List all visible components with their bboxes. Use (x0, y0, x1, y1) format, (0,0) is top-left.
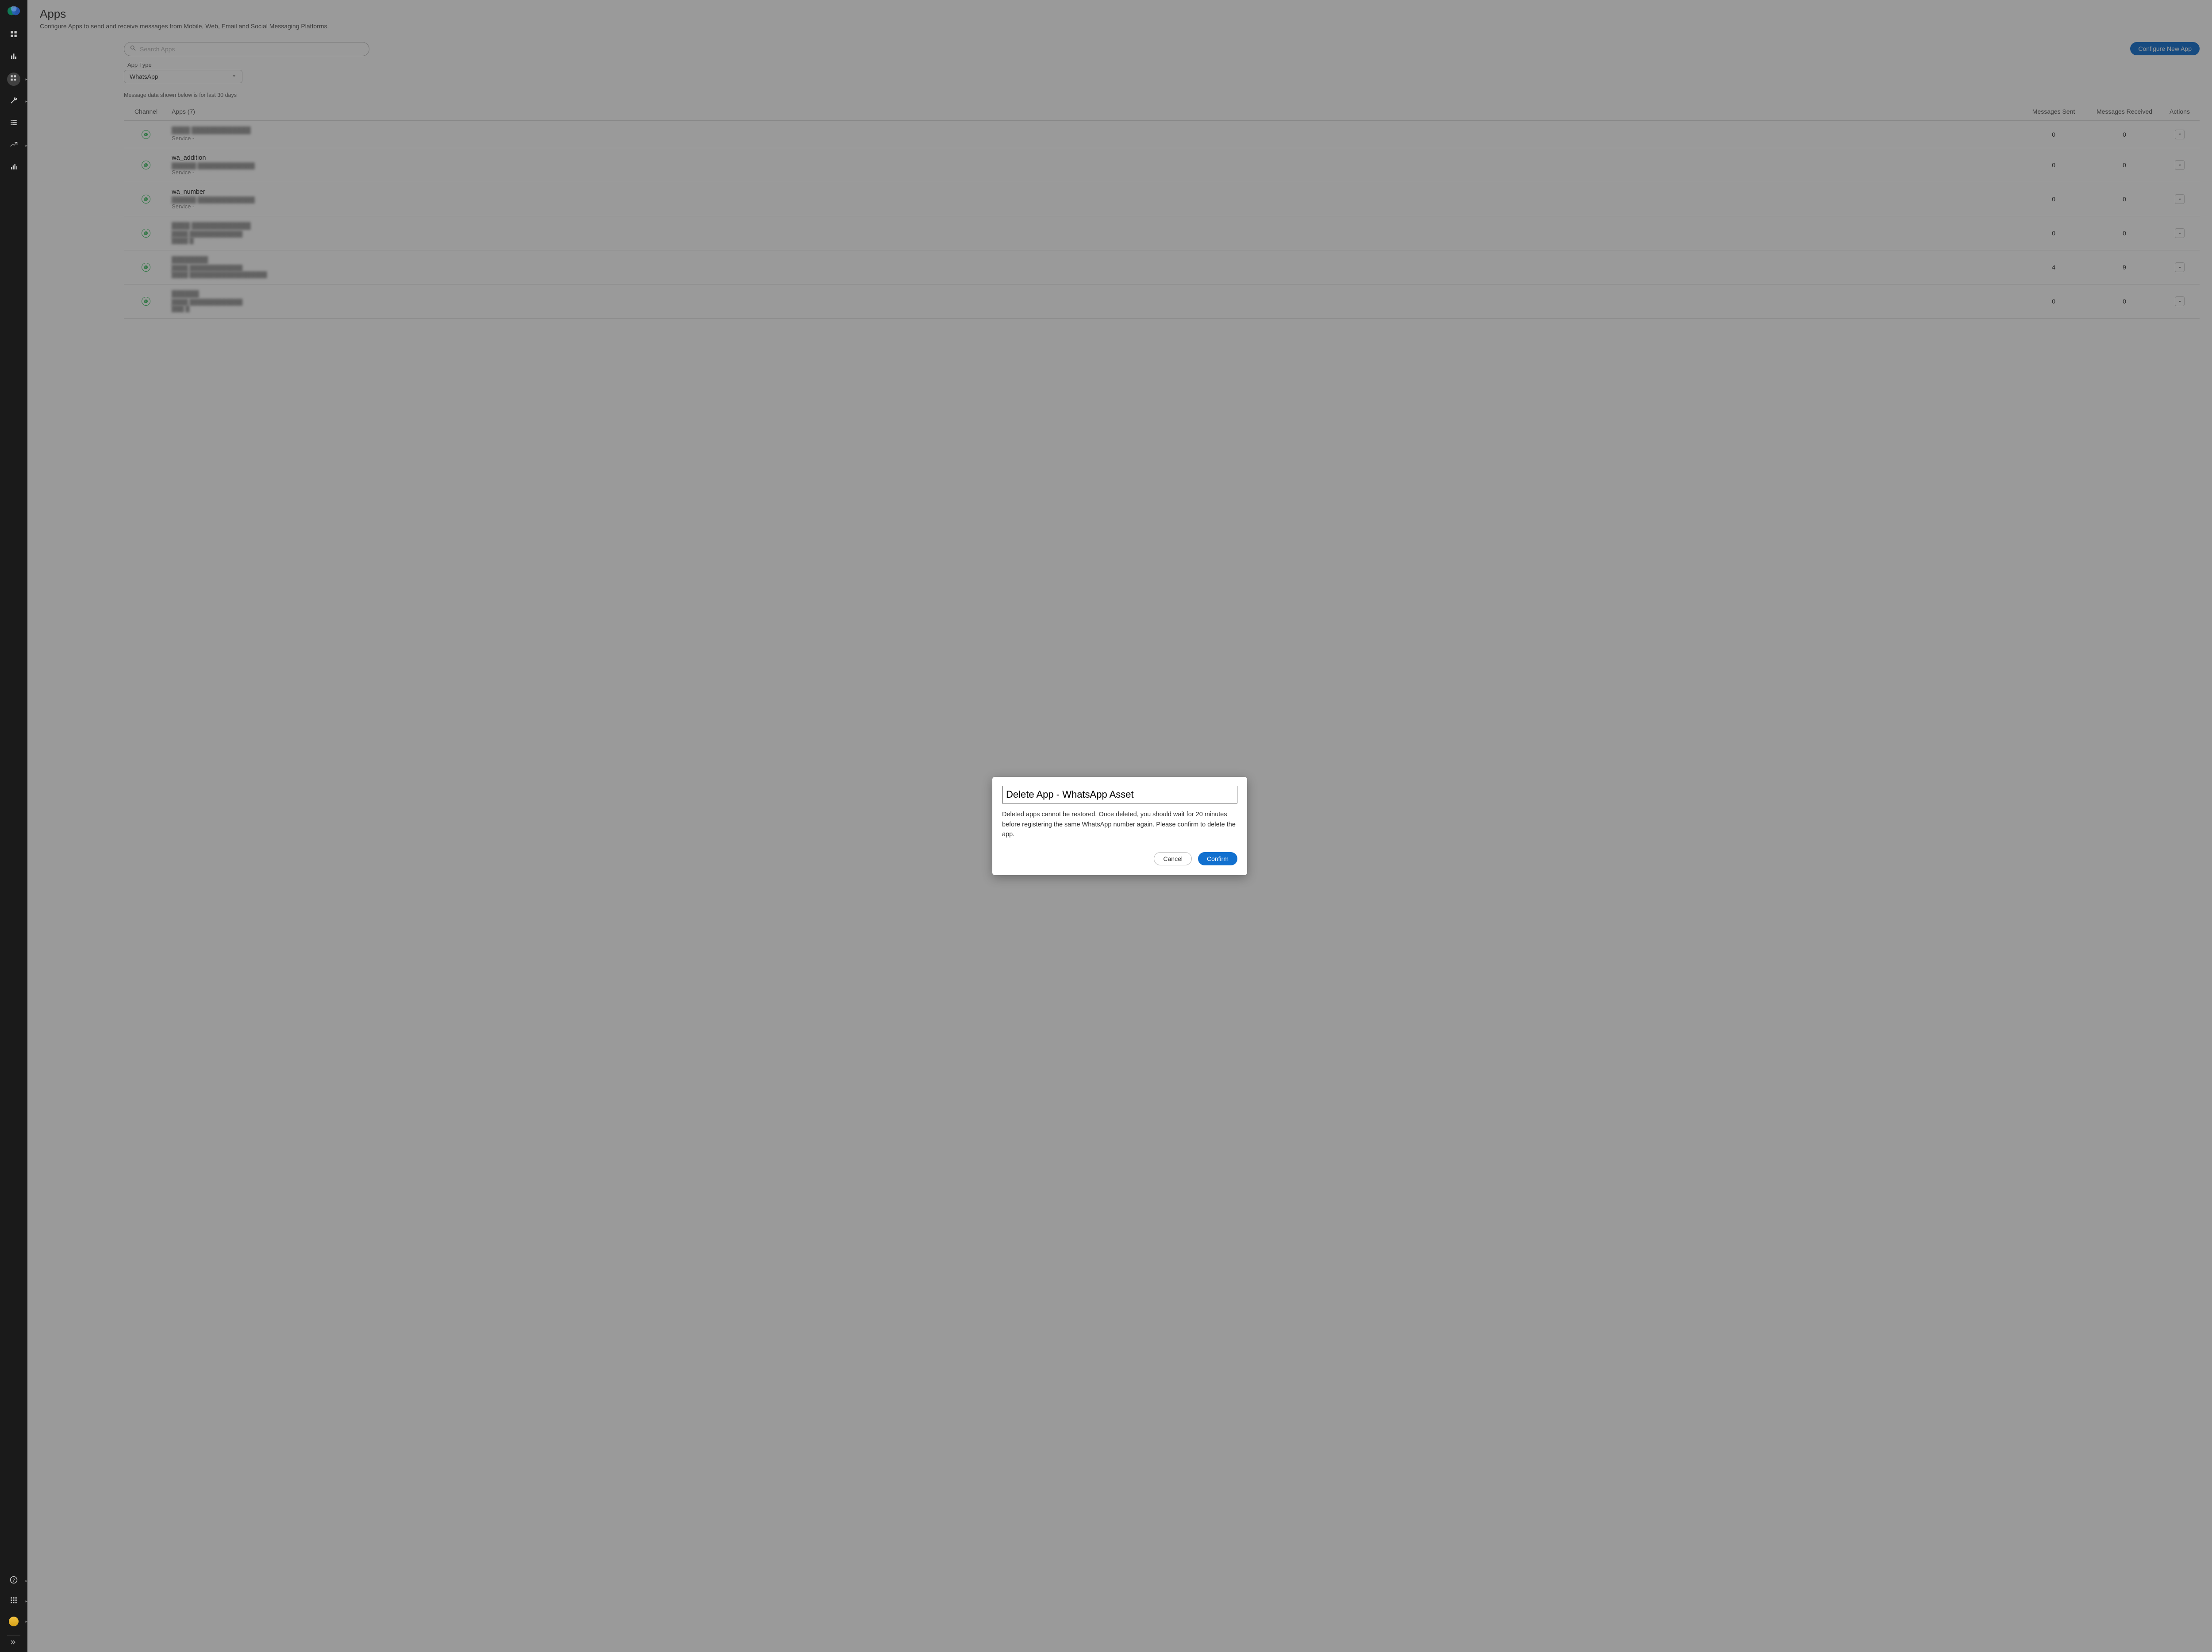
nav-grid[interactable]: ▸ (7, 1594, 20, 1608)
cancel-button[interactable]: Cancel (1154, 852, 1192, 865)
nav-tools[interactable]: ▸ (7, 95, 20, 108)
nav-help[interactable]: ? ▸ (7, 1574, 20, 1587)
apps-icon (10, 74, 18, 85)
modal-title: Delete App - WhatsApp Asset (1006, 789, 1233, 800)
avatar-icon (9, 1617, 19, 1626)
main-content: Apps Configure Apps to send and receive … (27, 0, 2212, 1652)
svg-text:?: ? (12, 1578, 15, 1583)
grid-icon (10, 30, 18, 40)
bar-chart-icon (10, 52, 18, 62)
list-icon (10, 119, 18, 129)
delete-app-modal: Delete App - WhatsApp Asset Deleted apps… (992, 777, 1247, 875)
chevrons-right-icon (10, 1639, 16, 1648)
trend-up-icon (10, 141, 18, 151)
sidebar-toggle[interactable] (7, 1635, 20, 1648)
modal-overlay: Delete App - WhatsApp Asset Deleted apps… (27, 0, 2212, 1652)
nav-dashboard[interactable] (7, 28, 20, 42)
nav-reports[interactable] (7, 161, 20, 174)
nav-lists[interactable] (7, 117, 20, 130)
nav-apps[interactable]: ▸ (7, 73, 20, 86)
nav-trends[interactable]: ▸ (7, 139, 20, 152)
modal-body: Deleted apps cannot be restored. Once de… (1002, 810, 1237, 839)
wrench-icon (10, 96, 18, 107)
help-icon: ? (10, 1576, 18, 1586)
app-logo (7, 4, 20, 18)
grid9-icon (10, 1596, 18, 1606)
nav-analytics[interactable] (7, 50, 20, 64)
sidebar: ▸ ▸ ▸ ? ▸ ▸ ▸ (0, 0, 27, 1652)
report-icon (10, 163, 18, 173)
nav-profile[interactable]: ▸ (7, 1615, 20, 1628)
confirm-button[interactable]: Confirm (1198, 852, 1237, 865)
